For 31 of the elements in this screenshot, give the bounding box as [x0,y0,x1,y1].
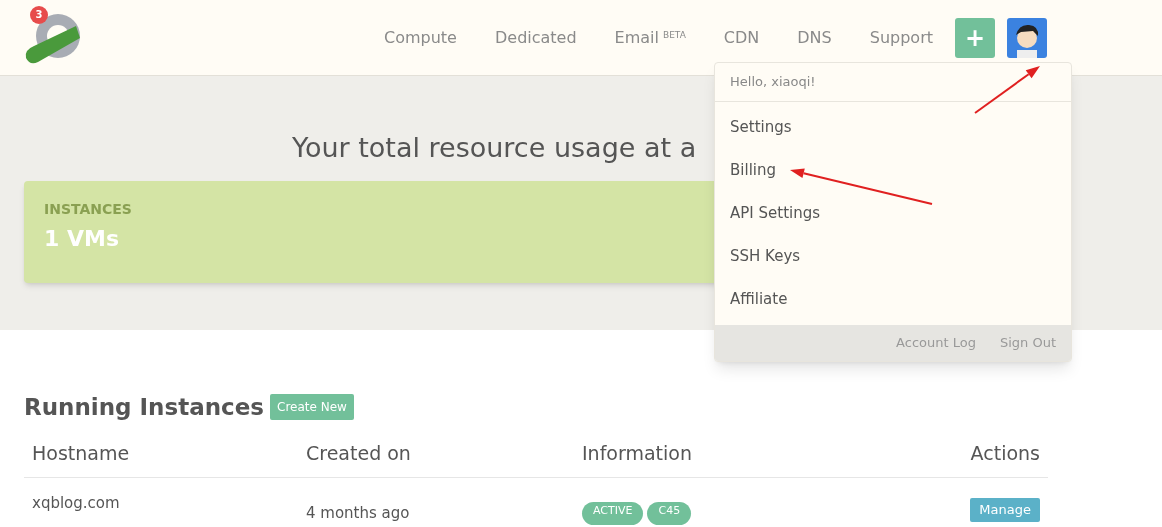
menu-item[interactable]: Affiliate [715,277,1071,321]
nav-link[interactable]: CDN [723,25,760,50]
annotation-arrow [974,66,1040,114]
nav-link[interactable]: Compute [384,25,457,50]
menu-item[interactable]: Settings [715,105,1071,149]
status-tag: ACTIVE [582,502,644,525]
card-label: INSTANCES [44,199,133,219]
footer-link[interactable]: Account Log [896,332,976,353]
menu-item[interactable]: SSH Keys [715,234,1071,278]
manage-button[interactable]: Manage [970,498,1040,522]
footer-link[interactable]: Sign Out [999,332,1056,353]
nav-link[interactable]: DNS [797,25,832,50]
add-button[interactable]: + [955,17,995,58]
card-value: 1 VMs [44,224,120,253]
nav-link[interactable]: Dedicated [494,25,577,50]
menu-item[interactable]: Billing [715,148,1071,192]
column-header: Information [582,440,693,466]
table-cell: xqblog.com [32,494,120,512]
column-header: Hostname [32,440,131,466]
table-cell: 4 months ago [306,504,410,522]
status-tag: C45 [647,502,692,525]
column-header: Created on [306,440,412,466]
create-new-button[interactable]: Create New [270,394,354,421]
notification-badge: 3 [30,5,48,24]
user-avatar[interactable] [1007,17,1047,58]
menu-item[interactable]: API Settings [715,191,1071,235]
page-heading: Your total resource usage at a [291,131,698,165]
nav-link[interactable]: Support [869,25,933,50]
nav-link[interactable]: Email $^{BETA}$ [614,25,686,50]
section-heading: Running Instances [24,393,264,422]
column-header: Actions [970,440,1040,466]
